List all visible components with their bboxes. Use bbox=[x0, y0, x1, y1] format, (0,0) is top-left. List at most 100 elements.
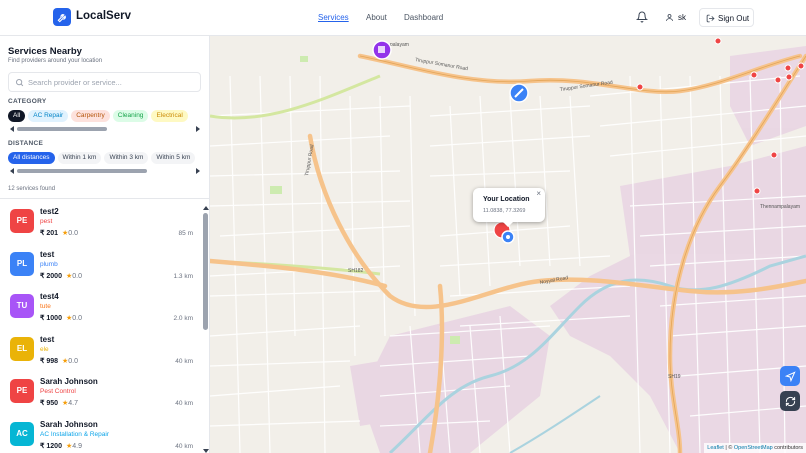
service-name: Sarah Johnson bbox=[40, 419, 98, 429]
scroll-left-arrow[interactable] bbox=[10, 168, 14, 174]
popup-title: Your Location bbox=[483, 196, 530, 203]
service-price: ₹ 998 bbox=[40, 357, 59, 365]
marker-blue-service[interactable] bbox=[509, 83, 529, 103]
service-distance: 40 km bbox=[175, 442, 193, 450]
nav-dashboard[interactable]: Dashboard bbox=[404, 13, 443, 22]
sign-out-button[interactable]: Sign Out bbox=[699, 8, 754, 27]
service-rating: ★4.7 bbox=[62, 399, 78, 407]
scroll-down-arrow[interactable] bbox=[203, 449, 209, 453]
search-input[interactable]: Search provider or service... bbox=[28, 78, 122, 87]
map-tiles[interactable]: Tiruppur Somanur Road Tiruppur Somanur R… bbox=[210, 36, 806, 453]
bell-icon[interactable] bbox=[636, 11, 648, 23]
chip-carpentry[interactable]: Carpentry bbox=[71, 110, 110, 122]
map-attribution: Leaflet | © OpenStreetMap contributors bbox=[704, 443, 806, 453]
chip-all-distances[interactable]: All distances bbox=[8, 152, 55, 164]
sidebar-title: Services Nearby bbox=[8, 46, 82, 57]
service-rating: ★0.0 bbox=[66, 272, 82, 280]
service-name: Sarah Johnson bbox=[40, 377, 98, 386]
chip-ac-repair[interactable]: AC Repair bbox=[28, 110, 69, 122]
attribution-separator: | © bbox=[725, 445, 733, 451]
chip-5km[interactable]: Within 5 km bbox=[151, 152, 196, 164]
scroll-up-arrow[interactable] bbox=[203, 206, 209, 210]
close-icon[interactable]: × bbox=[536, 190, 541, 198]
attribution-suffix: contributors bbox=[774, 445, 803, 451]
category-chips: All AC Repair Carpentry Cleaning Electrical bbox=[8, 110, 201, 123]
avatar: AC bbox=[10, 421, 34, 446]
scroll-right-arrow[interactable] bbox=[196, 126, 200, 132]
scroll-left-arrow[interactable] bbox=[10, 126, 14, 132]
category-scrollbar[interactable] bbox=[10, 126, 200, 132]
map-view[interactable]: Tiruppur Somanur Road Tiruppur Somanur R… bbox=[210, 36, 806, 453]
service-rating: ★4.9 bbox=[66, 442, 82, 450]
leaflet-link[interactable]: Leaflet bbox=[707, 445, 724, 451]
service-rating: ★0.0 bbox=[66, 314, 82, 322]
place-label: Thennampalayam bbox=[760, 204, 800, 210]
chip-electrical[interactable]: Electrical bbox=[151, 110, 188, 122]
service-distance: 2.0 km bbox=[173, 315, 193, 322]
avatar: TU bbox=[10, 294, 34, 318]
service-name: test2 bbox=[40, 207, 59, 216]
user-icon[interactable] bbox=[665, 13, 674, 22]
road-label: SH19 bbox=[668, 374, 681, 380]
scrollbar-thumb[interactable] bbox=[17, 127, 107, 131]
chip-1km[interactable]: Within 1 km bbox=[57, 152, 102, 164]
logout-icon bbox=[706, 14, 715, 22]
brand-name[interactable]: LocalServ bbox=[76, 10, 131, 22]
avatar: PE bbox=[10, 209, 34, 233]
service-price: ₹ 950 bbox=[40, 400, 59, 407]
scrollbar-thumb[interactable] bbox=[17, 169, 147, 173]
service-item[interactable]: PL test plumb ₹ 2000 ★0.0 1.3 km bbox=[0, 246, 201, 288]
service-item[interactable]: PE test2 pest ₹ 201 ★0.0 85 m bbox=[0, 203, 201, 245]
scrollbar-thumb[interactable] bbox=[203, 213, 208, 330]
service-rating: ★0.0 bbox=[62, 229, 78, 237]
service-item[interactable]: EL test ele ₹ 998 ★0.0 40 km bbox=[0, 331, 201, 373]
service-category: Pest Control bbox=[40, 388, 76, 395]
rating-value: 0.0 bbox=[72, 272, 83, 280]
refresh-icon bbox=[785, 396, 795, 406]
rating-value: 0.0 bbox=[72, 315, 83, 322]
distance-chips: All distances Within 1 km Within 3 km Withi… bbox=[8, 152, 201, 165]
nav-about[interactable]: About bbox=[366, 13, 387, 22]
service-category: tute bbox=[40, 303, 51, 310]
place-label: palayam bbox=[390, 42, 409, 48]
service-category: plumb bbox=[40, 260, 58, 268]
top-navbar: LocalServ Services About Dashboard sk Si… bbox=[0, 0, 806, 36]
logo-icon[interactable] bbox=[53, 8, 71, 26]
service-rating: ★0.0 bbox=[62, 357, 78, 365]
results-count: 12 services found bbox=[8, 186, 56, 192]
service-price: ₹ 201 bbox=[40, 230, 59, 237]
nav-services[interactable]: Services bbox=[318, 13, 349, 22]
service-item[interactable]: TU test4 tute ₹ 1000 ★0.0 2.0 km bbox=[0, 288, 201, 330]
service-name: test bbox=[40, 249, 55, 259]
service-category: pest bbox=[40, 218, 53, 225]
service-distance: 40 km bbox=[175, 400, 193, 407]
category-label: CATEGORY bbox=[8, 98, 47, 105]
service-price: ₹ 1200 bbox=[40, 442, 62, 450]
service-item[interactable]: PE Sarah Johnson Pest Control ₹ 950 ★4.7 40 k… bbox=[0, 373, 201, 415]
scroll-right-arrow[interactable] bbox=[196, 168, 200, 174]
search-box[interactable]: Search provider or service... bbox=[8, 72, 201, 92]
service-item[interactable]: AC Sarah Johnson AC Installation & Repair ₹… bbox=[0, 416, 201, 453]
marker-purple[interactable] bbox=[372, 40, 392, 60]
rating-value: 4.7 bbox=[68, 400, 79, 407]
chip-cleaning[interactable]: Cleaning bbox=[112, 110, 149, 122]
navigation-icon bbox=[784, 370, 796, 382]
list-scrollbar[interactable] bbox=[202, 206, 209, 453]
distance-label: DISTANCE bbox=[8, 140, 44, 147]
chip-all[interactable]: All bbox=[8, 110, 26, 122]
service-name: test bbox=[40, 334, 55, 344]
distance-scrollbar[interactable] bbox=[10, 168, 200, 174]
services-sidebar: Services Nearby Find providers around yo… bbox=[0, 36, 210, 453]
sign-out-label: Sign Out bbox=[718, 13, 750, 23]
services-list: PE test2 pest ₹ 201 ★0.0 85 m PL test plumb ₹ 200… bbox=[0, 199, 201, 453]
avatar: EL bbox=[10, 336, 34, 361]
rating-value: 0.0 bbox=[68, 230, 79, 237]
user-name[interactable]: sk bbox=[678, 13, 686, 22]
search-icon bbox=[16, 79, 24, 87]
refresh-button[interactable] bbox=[780, 391, 800, 411]
service-price: ₹ 1000 bbox=[40, 315, 62, 322]
chip-3km[interactable]: Within 3 km bbox=[104, 152, 149, 164]
locate-me-button[interactable] bbox=[780, 366, 800, 386]
service-category: AC Installation & Repair bbox=[40, 430, 110, 438]
osm-link[interactable]: OpenStreetMap bbox=[734, 445, 773, 451]
